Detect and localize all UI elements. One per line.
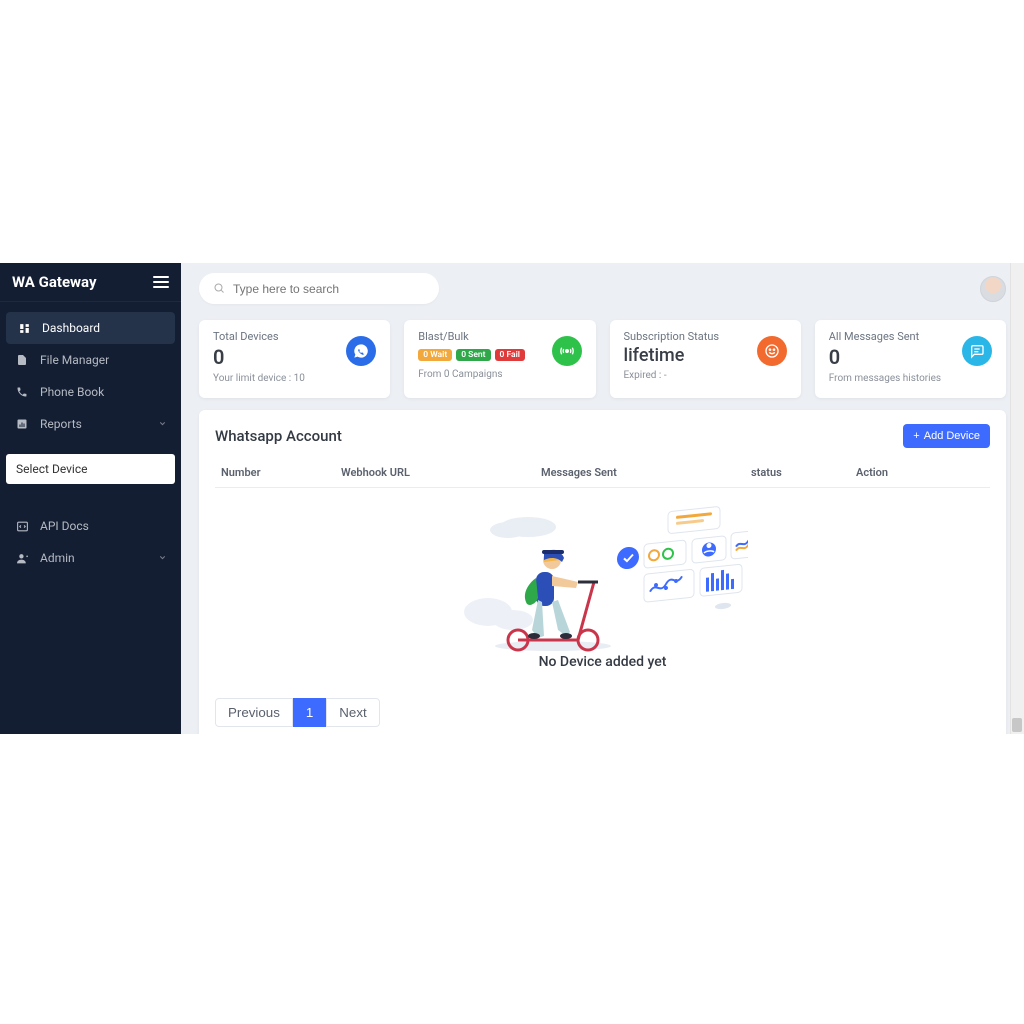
pagination: Previous 1 Next	[215, 698, 990, 727]
reports-icon	[14, 418, 30, 430]
sidebar-item-file-manager[interactable]: File Manager	[0, 344, 181, 376]
empty-state: No Device added yet	[215, 488, 990, 680]
add-device-label: Add Device	[924, 430, 980, 442]
sidebar-nav: Dashboard File Manager Phone Book Report…	[0, 302, 181, 574]
user-icon	[14, 552, 30, 565]
sidebar-item-reports[interactable]: Reports	[0, 408, 181, 440]
sidebar-item-admin[interactable]: Admin	[0, 542, 181, 574]
sidebar-item-label: Admin	[40, 551, 75, 565]
app-title: WA Gateway	[12, 273, 97, 291]
plus-icon: +	[913, 430, 919, 442]
phone-icon	[14, 386, 30, 398]
card-total-devices: Total Devices 0 Your limit device : 10	[199, 320, 390, 398]
pill-wait: 0 Wait	[418, 349, 452, 361]
topbar	[181, 263, 1024, 314]
col-webhook: Webhook URL	[341, 466, 541, 479]
sidebar-item-label: Reports	[40, 417, 82, 431]
page-1-button[interactable]: 1	[293, 698, 326, 727]
col-number: Number	[221, 466, 341, 479]
card-subtext: Expired : -	[624, 370, 787, 381]
chevron-down-icon	[158, 417, 167, 431]
code-icon	[14, 520, 30, 533]
file-icon	[14, 354, 30, 366]
chat-icon	[962, 336, 992, 366]
sidebar-item-label: Phone Book	[40, 385, 104, 399]
sidebar-item-dashboard[interactable]: Dashboard	[6, 312, 175, 344]
panel-title: Whatsapp Account	[215, 427, 342, 445]
pill-fail: 0 Fail	[495, 349, 525, 361]
card-subscription: Subscription Status lifetime Expired : -	[610, 320, 801, 398]
sidebar: WA Gateway Dashboard File Manager	[0, 263, 181, 734]
search-box[interactable]	[199, 273, 439, 304]
col-messages: Messages Sent	[541, 466, 751, 479]
app-root: WA Gateway Dashboard File Manager	[0, 263, 1024, 734]
table-header: Number Webhook URL Messages Sent status …	[215, 458, 990, 488]
sidebar-item-label: Dashboard	[42, 321, 100, 335]
sidebar-header: WA Gateway	[0, 263, 181, 302]
col-status: status	[751, 466, 856, 479]
prev-button[interactable]: Previous	[215, 698, 293, 727]
sidebar-item-phone-book[interactable]: Phone Book	[0, 376, 181, 408]
device-select[interactable]: Select Device	[6, 454, 175, 484]
stats-row: Total Devices 0 Your limit device : 10 B…	[181, 314, 1024, 410]
empty-text: No Device added yet	[215, 654, 990, 670]
dashboard-icon	[16, 322, 32, 335]
scrollbar[interactable]	[1010, 263, 1024, 734]
sidebar-item-api-docs[interactable]: API Docs	[0, 510, 181, 542]
col-action: Action	[856, 466, 984, 479]
next-button[interactable]: Next	[326, 698, 379, 727]
broadcast-icon	[552, 336, 582, 366]
scrollbar-thumb[interactable]	[1012, 718, 1022, 732]
sidebar-item-label: API Docs	[40, 519, 89, 533]
sidebar-item-label: File Manager	[40, 353, 109, 367]
search-input[interactable]	[233, 282, 425, 296]
card-subtext: From messages histories	[829, 373, 992, 384]
pill-sent: 0 Sent	[456, 349, 490, 361]
card-messages: All Messages Sent 0 From messages histor…	[815, 320, 1006, 398]
card-subtext: Your limit device : 10	[213, 373, 376, 384]
card-blast-bulk: Blast/Bulk 0 Wait 0 Sent 0 Fail From 0 C…	[404, 320, 595, 398]
empty-illustration	[458, 502, 748, 652]
whatsapp-account-panel: Whatsapp Account + Add Device Number Web…	[199, 410, 1006, 734]
chevron-down-icon	[158, 551, 167, 565]
menu-toggle-icon[interactable]	[153, 276, 169, 288]
add-device-button[interactable]: + Add Device	[903, 424, 990, 448]
search-icon	[213, 279, 225, 298]
smile-icon	[757, 336, 787, 366]
panel-header: Whatsapp Account + Add Device	[215, 424, 990, 448]
avatar[interactable]	[980, 276, 1006, 302]
card-subtext: From 0 Campaigns	[418, 369, 581, 380]
main: Total Devices 0 Your limit device : 10 B…	[181, 263, 1024, 734]
